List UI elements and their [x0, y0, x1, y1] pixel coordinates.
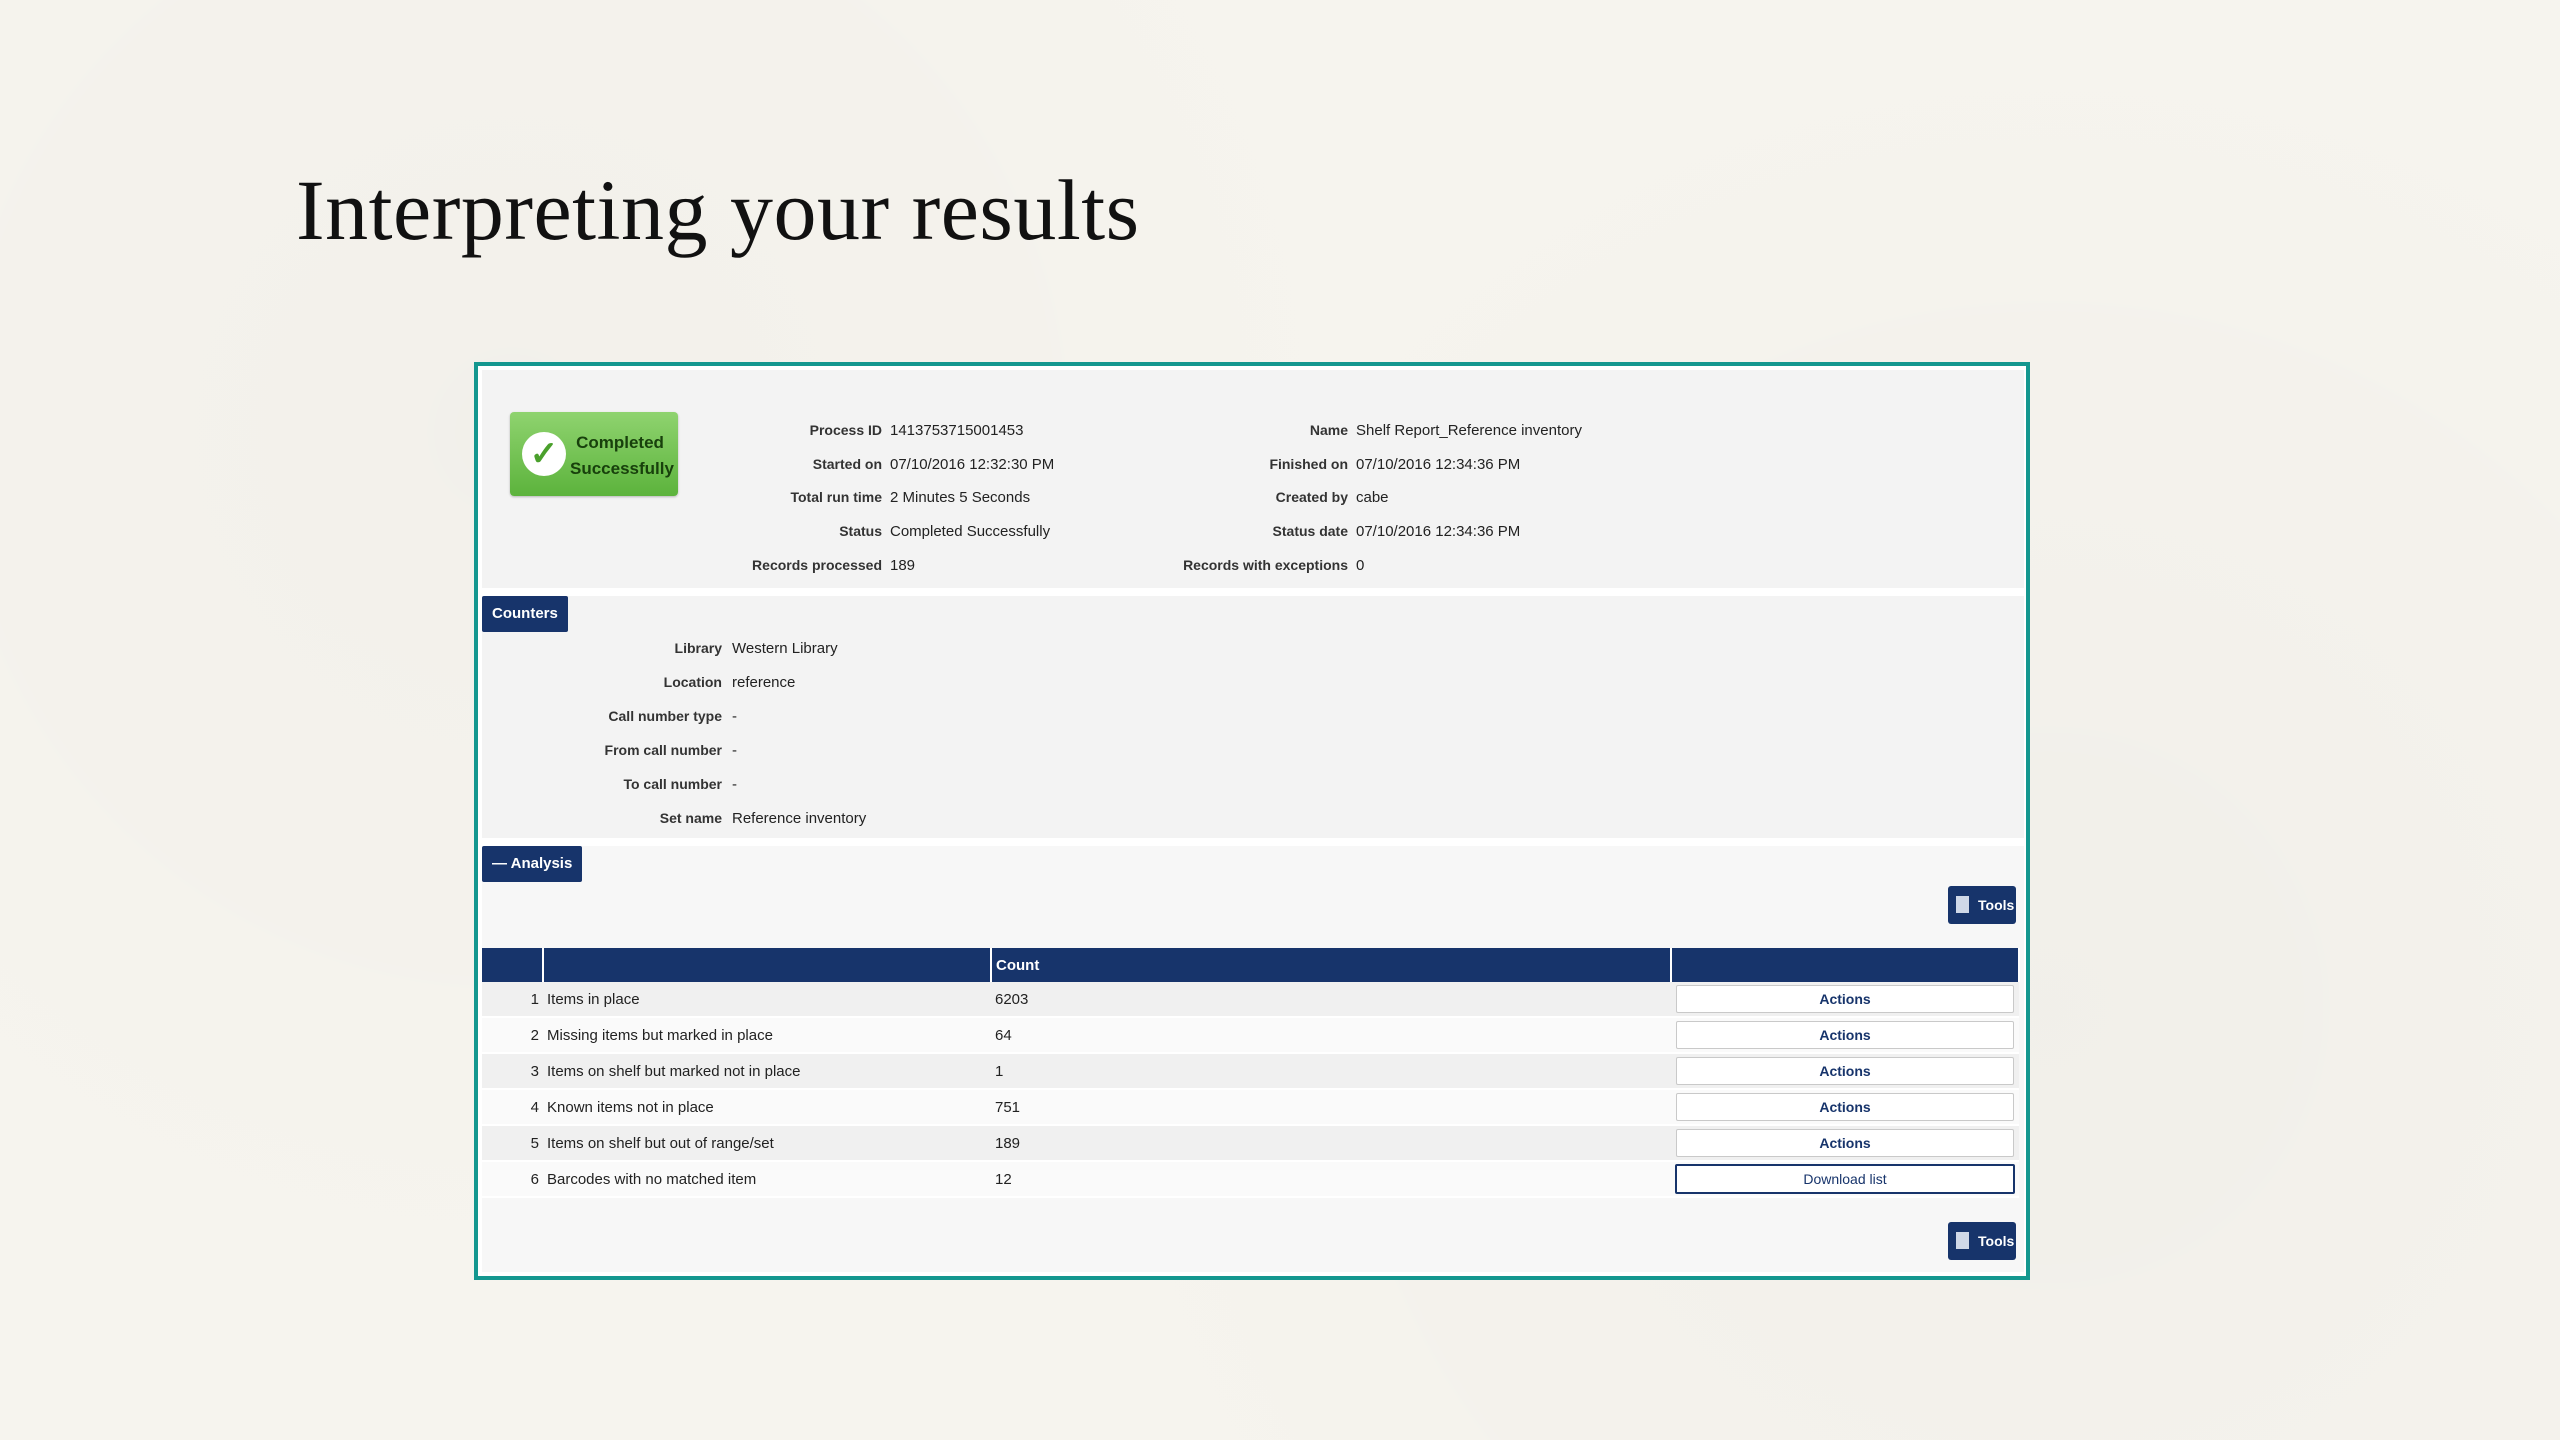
table-row: 2 Missing items but marked in place 64 A…	[482, 1017, 2019, 1054]
row-count: 189	[991, 1125, 1671, 1162]
actions-button[interactable]: Actions	[1676, 985, 2014, 1013]
row-count: 751	[991, 1089, 1671, 1126]
column-header-count: Count	[991, 948, 1672, 982]
actions-button[interactable]: Actions	[1676, 1021, 2014, 1049]
row-label: Known items not in place	[543, 1089, 991, 1126]
status-badge-line2: Successfully	[570, 459, 674, 478]
tools-button-top[interactable]: Tools	[1948, 886, 2016, 924]
row-label: Items on shelf but marked not in place	[543, 1053, 991, 1090]
table-row: 5 Items on shelf but out of range/set 18…	[482, 1125, 2019, 1162]
table-row: 4 Known items not in place 751 Actions	[482, 1089, 2019, 1126]
status-badge: ✓ Completed Successfully	[510, 412, 678, 496]
table-row: 6 Barcodes with no matched item 12 Downl…	[482, 1161, 2019, 1198]
download-list-button[interactable]: Download list	[1675, 1164, 2015, 1194]
process-summary-panel: ✓ Completed Successfully Process ID 1413…	[482, 370, 2024, 588]
analysis-tab[interactable]: — Analysis	[482, 846, 583, 882]
document-icon	[1956, 1232, 1969, 1249]
counters-panel: Counters Library Western Library Locatio…	[482, 596, 2024, 838]
screenshot-frame: ✓ Completed Successfully Process ID 1413…	[474, 362, 2030, 1280]
column-header-label	[543, 948, 992, 982]
row-label: Items in place	[543, 982, 991, 1018]
document-icon	[1956, 896, 1969, 913]
row-label: Missing items but marked in place	[543, 1017, 991, 1054]
row-label: Barcodes with no matched item	[543, 1161, 991, 1198]
actions-button[interactable]: Actions	[1676, 1129, 2014, 1157]
analysis-table: Count 1 Items in place 6203 Actions 2 Mi…	[482, 948, 2020, 1198]
column-header-actions	[1671, 948, 2020, 982]
table-header-row: Count	[482, 948, 2020, 982]
row-count: 64	[991, 1017, 1671, 1054]
actions-button[interactable]: Actions	[1676, 1093, 2014, 1121]
actions-button[interactable]: Actions	[1676, 1057, 2014, 1085]
table-row: 1 Items in place 6203 Actions	[482, 982, 2019, 1018]
tools-button-bottom[interactable]: Tools	[1948, 1222, 2016, 1260]
row-label: Items on shelf but out of range/set	[543, 1125, 991, 1162]
row-count: 12	[991, 1161, 1671, 1198]
row-count: 6203	[991, 982, 1671, 1018]
table-row: 3 Items on shelf but marked not in place…	[482, 1053, 2019, 1090]
column-header-index	[482, 948, 544, 982]
counters-tab[interactable]: Counters	[482, 596, 568, 632]
check-icon: ✓	[522, 432, 566, 476]
row-count: 1	[991, 1053, 1671, 1090]
status-badge-line1: Completed	[576, 433, 664, 452]
slide-title: Interpreting your results	[296, 162, 1140, 258]
